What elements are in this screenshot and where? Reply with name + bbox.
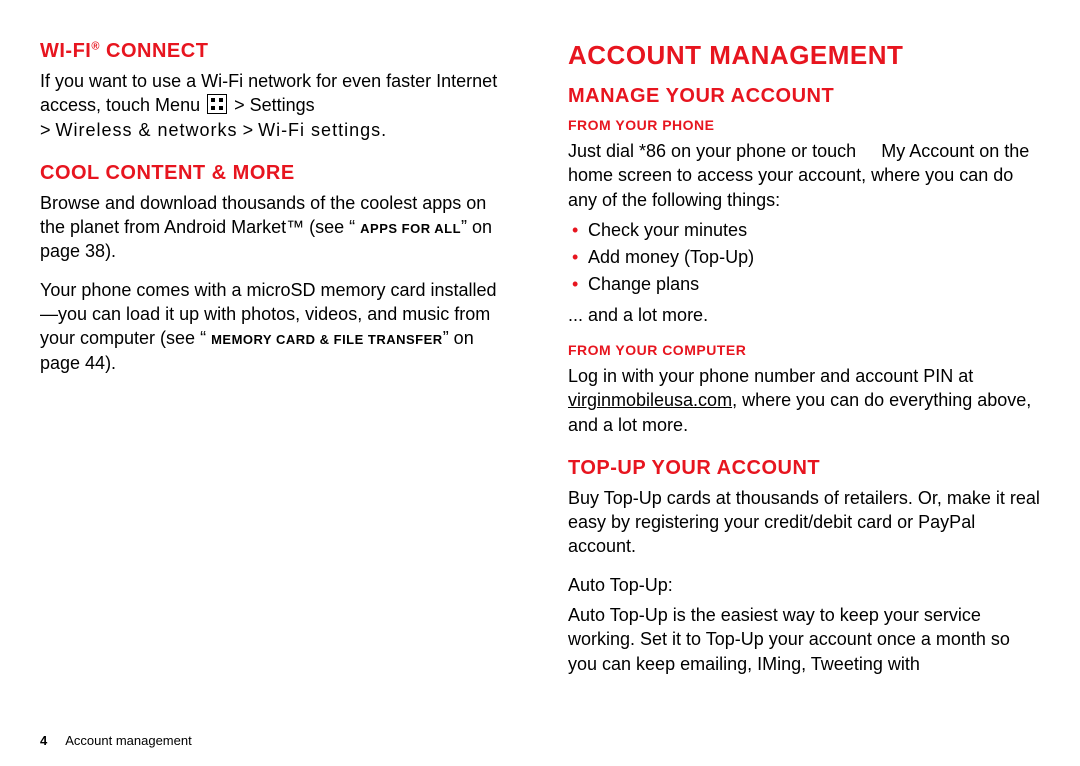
top-up-paragraph-2: Auto Top-Up is the easiest way to keep y… [568, 603, 1040, 676]
from-phone-paragraph: Just dial *86 on your phone or touch My … [568, 139, 1040, 212]
page-two-column: Wi-Fi® connect If you want to use a Wi-F… [0, 0, 1080, 690]
text: Log in with your phone number and accoun… [568, 366, 973, 386]
from-your-computer-heading: From your computer [568, 341, 1040, 360]
account-management-heading: Account management [568, 38, 1040, 73]
cool-content-paragraph-2: Your phone comes with a microSD memory c… [40, 278, 512, 375]
virginmobile-link[interactable]: virginmobileusa.com [568, 390, 732, 410]
cool-content-paragraph-1: Browse and download thousands of the coo… [40, 191, 512, 264]
auto-top-up-label: Auto Top-Up: [568, 573, 1040, 597]
text: Wireless & networks [56, 120, 238, 140]
text: connect [100, 40, 208, 62]
text: Just dial *86 on your phone or touch [568, 141, 861, 161]
top-up-paragraph-1: Buy Top-Up cards at thousands of retaile… [568, 486, 1040, 559]
footer-section-title: Account management [65, 732, 191, 750]
cross-ref-apps-for-all: Apps for all [360, 221, 461, 236]
text: Wi-Fi [40, 40, 91, 62]
list-item: Check your minutes [568, 218, 1040, 242]
and-more-text: ... and a lot more. [568, 303, 1040, 327]
from-your-phone-heading: From your phone [568, 116, 1040, 135]
from-computer-paragraph: Log in with your phone number and accoun… [568, 364, 1040, 437]
manage-your-account-heading: Manage your account [568, 83, 1040, 110]
my-account-label: My Account [881, 141, 974, 161]
list-item: Change plans [568, 272, 1040, 296]
account-actions-list: Check your minutes Add money (Top-Up) Ch… [568, 218, 1040, 297]
cross-ref-memory-card: Memory card & file transfer [211, 332, 443, 347]
cool-content-heading: Cool content & more [40, 160, 512, 187]
list-item: Add money (Top-Up) [568, 245, 1040, 269]
wifi-connect-heading: Wi-Fi® connect [40, 38, 512, 65]
text: Wi-Fi settings [258, 120, 381, 140]
page-footer: 4 Account management [40, 732, 192, 750]
text: . [381, 120, 386, 140]
top-up-heading: Top-Up your account [568, 455, 1040, 482]
wifi-connect-paragraph: If you want to use a Wi-Fi network for e… [40, 69, 512, 142]
left-column: Wi-Fi® connect If you want to use a Wi-F… [40, 32, 512, 690]
text: > [238, 120, 259, 140]
menu-icon [207, 94, 227, 114]
text: > [40, 120, 56, 140]
text: > Settings [229, 95, 315, 115]
registered-symbol: ® [91, 40, 100, 52]
page-number: 4 [40, 732, 47, 750]
right-column: Account management Manage your account F… [568, 32, 1040, 690]
